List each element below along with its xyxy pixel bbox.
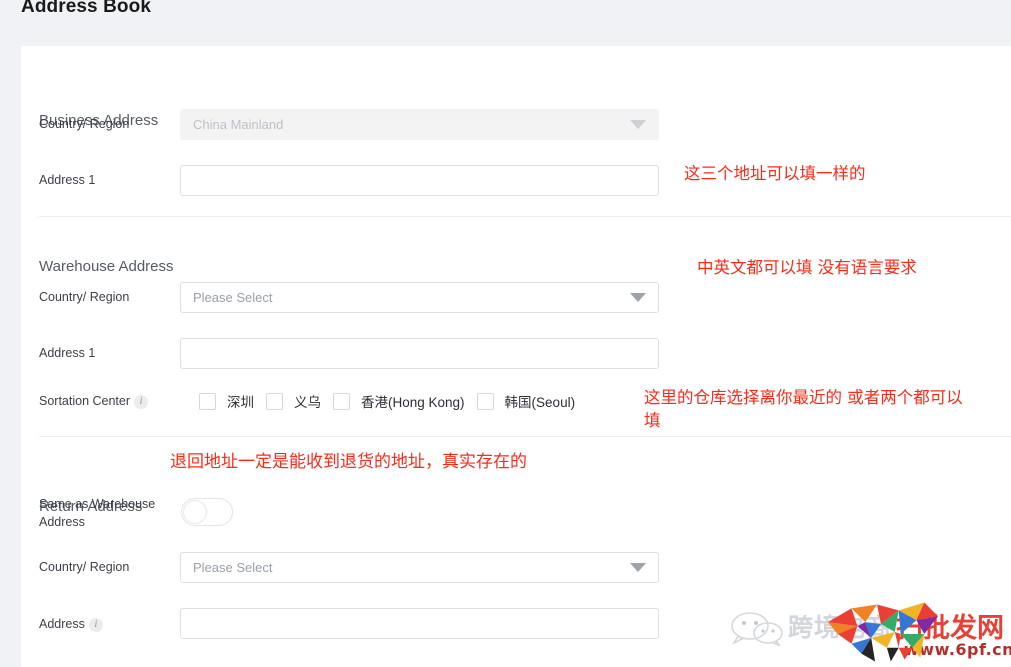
select-return-country-region[interactable]: Please Select [180, 552, 659, 583]
checkbox-label: 深圳 [227, 391, 254, 411]
input-return-address[interactable] [180, 608, 659, 639]
checkbox-sortation-hongkong[interactable]: 香港(Hong Kong) [333, 391, 465, 411]
bull-logo-icon [822, 600, 940, 664]
watermark: 跨境电商 扫批发网 www.6pf.cn [726, 598, 1011, 667]
label-warehouse-country-region: Country/ Region [39, 289, 129, 306]
select-business-country-region[interactable]: China Mainland [180, 109, 659, 140]
label-business-address1: Address 1 [39, 172, 95, 189]
wechat-icon [730, 612, 786, 646]
label-business-country-region: Country/ Region [39, 116, 129, 133]
info-icon[interactable]: i [89, 618, 103, 632]
label-return-address-text: Address [39, 617, 85, 631]
page-root: Address Book Business Address Country/ R… [0, 0, 1011, 667]
checkbox-sortation-shenzhen[interactable]: 深圳 [199, 391, 254, 411]
chevron-down-icon [630, 563, 646, 572]
info-icon[interactable]: i [134, 395, 148, 409]
select-return-country-region-placeholder: Please Select [193, 560, 273, 575]
toggle-same-as-warehouse-address[interactable] [181, 498, 233, 526]
section-heading-warehouse-address: Warehouse Address [39, 258, 174, 275]
checkbox-box-icon[interactable] [333, 393, 350, 410]
divider-business-warehouse [39, 216, 1011, 217]
input-business-address1[interactable] [180, 165, 659, 196]
label-return-country-region: Country/ Region [39, 559, 129, 576]
toggle-knob[interactable] [183, 500, 207, 524]
checkbox-label: 香港(Hong Kong) [361, 391, 465, 411]
checkbox-label: 义乌 [294, 391, 321, 411]
checkbox-box-icon[interactable] [199, 393, 216, 410]
select-warehouse-country-region[interactable]: Please Select [180, 282, 659, 313]
annotation-sortation-center: 这里的仓库选择离你最近的 或者两个都可以填 [644, 386, 964, 432]
annotation-business-address: 这三个地址可以填一样的 [684, 162, 866, 185]
label-sortation-center-text: Sortation Center [39, 394, 130, 408]
select-business-country-region-value: China Mainland [193, 117, 283, 132]
label-warehouse-address1: Address 1 [39, 345, 95, 362]
address-book-card: Business Address Country/ Region China M… [21, 46, 1011, 667]
label-return-address: Address i [39, 616, 103, 633]
divider-warehouse-return [39, 436, 1011, 437]
label-same-as-warehouse-address: Same as Warehouse Address [39, 495, 171, 531]
checkbox-group-sortation-center: 深圳 义乌 香港(Hong Kong) 韩国(Seoul) [199, 391, 587, 411]
annotation-return-address: 退回地址一定是能收到退货的地址，真实存在的 [170, 451, 527, 474]
chevron-down-icon [630, 293, 646, 302]
chevron-down-icon [630, 120, 646, 129]
label-sortation-center: Sortation Center i [39, 393, 148, 410]
input-warehouse-address1[interactable] [180, 338, 659, 369]
page-title: Address Book [21, 0, 151, 18]
checkbox-box-icon[interactable] [477, 393, 494, 410]
checkbox-label: 韩国(Seoul) [505, 391, 576, 411]
annotation-language: 中英文都可以填 没有语言要求 [697, 256, 917, 279]
checkbox-box-icon[interactable] [266, 393, 283, 410]
checkbox-sortation-yiwu[interactable]: 义乌 [266, 391, 321, 411]
select-warehouse-country-region-placeholder: Please Select [193, 290, 273, 305]
checkbox-sortation-seoul[interactable]: 韩国(Seoul) [477, 391, 576, 411]
